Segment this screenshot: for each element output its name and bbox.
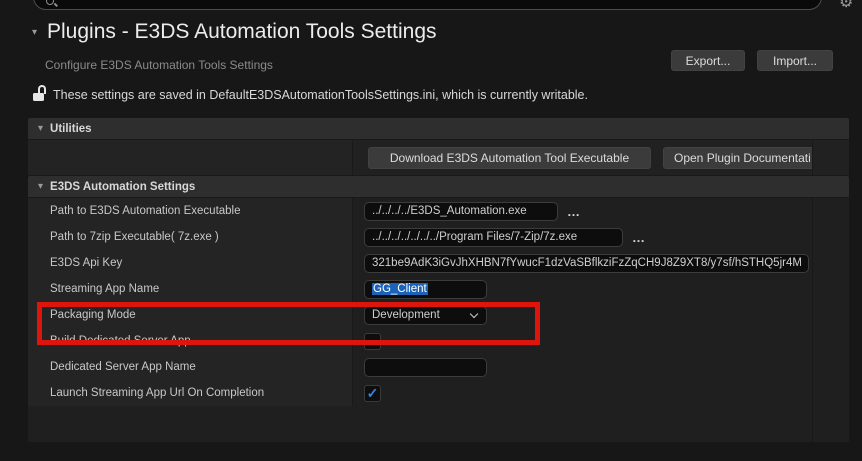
build-server-checkbox[interactable] [364, 333, 381, 350]
row-label: Build Dedicated Server App [28, 328, 352, 354]
row-label: Packaging Mode [28, 302, 352, 328]
row-api-key: E3DS Api Key [28, 250, 849, 276]
zip-exe-input[interactable] [364, 228, 623, 247]
settings-panel: ▾ Utilities Download E3DS Automation Too… [28, 118, 849, 442]
collapse-arrow-icon[interactable]: ▾ [38, 123, 43, 134]
page-subtitle: Configure E3DS Automation Tools Settings [45, 58, 273, 72]
packaging-mode-dropdown[interactable]: Development [364, 306, 487, 325]
collapse-arrow-icon[interactable]: ▾ [38, 181, 43, 192]
page-title: Plugins - E3DS Automation Tools Settings [47, 20, 437, 44]
plugin-settings-page: { "topbar": { "gear_icon_glyph": "⚙" }, … [0, 0, 862, 461]
browse-ellipsis-button[interactable]: … [632, 230, 646, 245]
streaming-app-name-input[interactable]: GG_Client [364, 280, 487, 299]
row-launch-streaming-url: Launch Streaming App Url On Completion ✓ [28, 380, 849, 406]
search-input[interactable] [33, 0, 822, 10]
automation-exe-input[interactable] [364, 202, 558, 221]
row-label: E3DS Api Key [28, 250, 352, 276]
export-button[interactable]: Export... [671, 50, 745, 71]
search-icon-handle [54, 3, 58, 7]
row-streaming-app-name: Streaming App Name GG_Client [28, 276, 849, 302]
row-label: Launch Streaming App Url On Completion [28, 380, 352, 406]
launch-url-checkbox[interactable]: ✓ [364, 385, 381, 402]
row-packaging-mode: Packaging Mode Development [28, 302, 849, 328]
title-collapse-arrow-icon[interactable]: ▾ [32, 27, 37, 38]
ini-writable-notice: These settings are saved in DefaultE3DSA… [53, 88, 588, 102]
row-label: Streaming App Name [28, 276, 352, 302]
row-label: Path to E3DS Automation Executable [28, 198, 352, 224]
selected-text: GG_Client [372, 283, 428, 295]
row-label: Path to 7zip Executable( 7z.exe ) [28, 224, 352, 250]
utilities-empty-label [28, 140, 352, 175]
section-header-e3ds-settings[interactable]: ▾ E3DS Automation Settings [28, 176, 849, 198]
panel-empty-area [28, 406, 849, 442]
gear-icon[interactable]: ⚙ [839, 0, 853, 12]
api-key-input[interactable] [364, 254, 809, 273]
browse-ellipsis-button[interactable]: … [567, 204, 581, 219]
unlock-icon [33, 85, 47, 102]
row-label: Dedicated Server App Name [28, 354, 352, 380]
section-label: Utilities [50, 123, 92, 135]
dropdown-selected-value: Development [372, 309, 471, 321]
utilities-button-row: Download E3DS Automation Tool Executable… [28, 140, 849, 176]
row-dedicated-server-name: Dedicated Server App Name [28, 354, 849, 380]
row-7zip-exe: Path to 7zip Executable( 7z.exe ) … [28, 224, 849, 250]
import-button[interactable]: Import... [757, 50, 833, 71]
row-build-dedicated-server: Build Dedicated Server App [28, 328, 849, 354]
open-plugin-docs-button[interactable]: Open Plugin Documentati [663, 147, 812, 169]
server-app-name-input[interactable] [364, 358, 487, 377]
checkmark-icon: ✓ [367, 386, 379, 400]
search-icon [46, 0, 54, 5]
section-label: E3DS Automation Settings [50, 181, 195, 193]
chevron-down-icon [470, 309, 478, 317]
section-header-utilities[interactable]: ▾ Utilities [28, 118, 849, 140]
download-executable-button[interactable]: Download E3DS Automation Tool Executable [368, 147, 651, 169]
row-automation-exe: Path to E3DS Automation Executable … [28, 198, 849, 224]
